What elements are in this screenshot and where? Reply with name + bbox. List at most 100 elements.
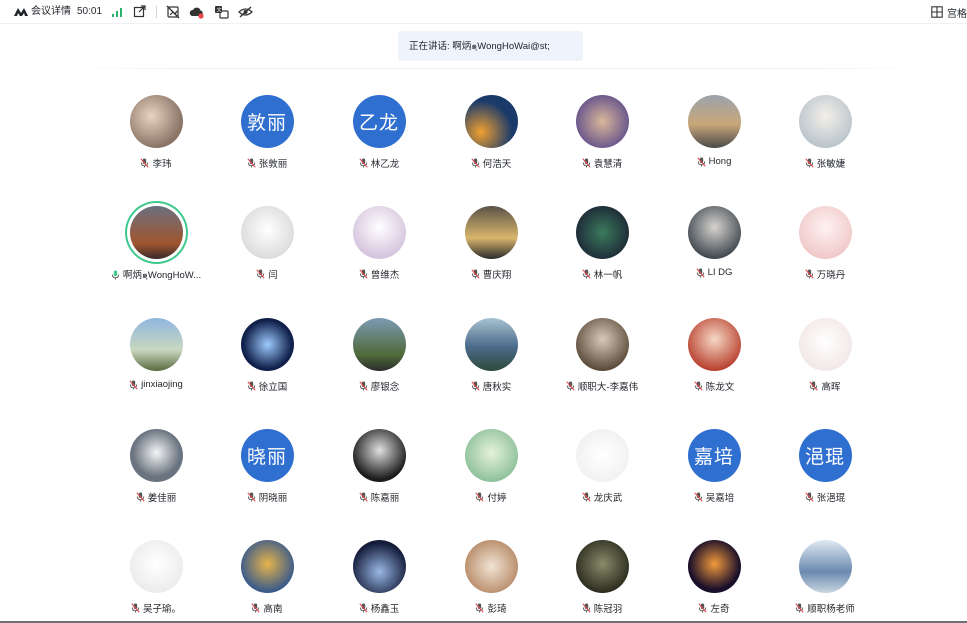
mic-muted-icon — [805, 158, 814, 168]
mic-muted-icon — [694, 381, 703, 391]
participant-tile[interactable]: 高南 — [212, 540, 322, 623]
participant-tile[interactable]: 姜佳丽 — [101, 429, 211, 524]
participant-tile[interactable]: 廖银念 — [324, 318, 434, 413]
mic-muted-icon — [566, 381, 575, 391]
participant-tile[interactable]: 陈嘉丽 — [324, 429, 434, 524]
participant-avatar — [352, 318, 406, 371]
participant-tile[interactable]: 闫 — [212, 206, 322, 301]
participant-tile[interactable]: 彭琦 — [436, 540, 546, 623]
participant-avatar — [240, 206, 294, 259]
participant-tile[interactable]: LI DG — [659, 206, 769, 301]
participant-tile[interactable]: 陈冠羽 — [547, 540, 657, 623]
mic-muted-icon — [805, 269, 814, 279]
participant-avatar: 敦丽 — [240, 95, 294, 148]
participant-tile[interactable]: 曹庆翔 — [436, 206, 546, 301]
mic-muted-icon — [247, 158, 256, 168]
participant-tile[interactable]: jinxiaojing — [101, 318, 211, 413]
participant-avatar — [575, 206, 629, 259]
participant-name: 吴嘉培 — [705, 493, 735, 504]
participant-avatar: 乙龙 — [352, 95, 406, 148]
participant-tile[interactable]: 付婷 — [436, 429, 546, 524]
participant-name: 啊炳๑ฺWongHoW... — [122, 270, 202, 281]
mic-muted-icon — [359, 158, 368, 168]
participant-tile[interactable]: 林一帆 — [547, 206, 657, 301]
participant-avatar — [798, 318, 852, 371]
participant-name-row: 曹庆翔 — [471, 267, 512, 281]
participant-name: 陈嘉丽 — [370, 493, 400, 504]
participant-tile[interactable]: Hong — [659, 95, 769, 190]
participant-avatar — [464, 95, 518, 148]
participant-name-row: 顺职大-李嘉伟 — [566, 379, 638, 393]
participant-name: 顺职杨老师 — [807, 604, 855, 615]
mic-muted-icon — [251, 603, 261, 613]
participant-tile[interactable]: 啊炳๑ฺWongHoW... — [101, 206, 211, 301]
participant-name: 阴晓丽 — [258, 493, 288, 504]
participant-tile[interactable]: 乙龙 林乙龙 — [324, 95, 434, 190]
mic-muted-icon — [359, 381, 368, 391]
participant-tile[interactable]: 吴子瑜。 — [101, 540, 211, 623]
participant-tile[interactable]: 万晓丹 — [770, 206, 880, 301]
mic-muted-icon — [247, 492, 256, 502]
participant-name: 徐立国 — [258, 382, 288, 393]
participant-tile[interactable]: 左奇 — [659, 540, 769, 623]
participant-name-row: 李玮 — [140, 156, 172, 170]
mic-muted-icon — [471, 381, 480, 391]
participant-name-row: 张敏婕 — [805, 156, 845, 170]
mic-muted-icon — [136, 492, 145, 502]
participant-name: 曾维杰 — [370, 270, 400, 281]
participant-tile[interactable]: 晓丽 阴晓丽 — [212, 429, 322, 524]
participant-name: jinxiaojing — [141, 379, 183, 390]
participant-name-row: 张浥琨 — [805, 490, 845, 504]
participant-tile[interactable]: 嘉培吴嘉培 — [659, 429, 769, 524]
participant-name-row: 高南 — [251, 601, 283, 615]
participant-name: LI DG — [707, 267, 733, 278]
participant-name-row: 姜佳丽 — [136, 490, 176, 504]
participant-avatar — [129, 429, 183, 482]
participant-name-row: 何浩天 — [471, 156, 511, 170]
participant-tile[interactable]: 唐秋实 — [436, 318, 546, 413]
participant-name-row: 高晖 — [809, 379, 841, 393]
participant-avatar — [129, 540, 183, 593]
participant-name: 万晓丹 — [816, 270, 846, 281]
participant-tile[interactable]: 顺职杨老师 — [770, 540, 880, 623]
participant-name: 顺职大-李嘉伟 — [577, 382, 639, 393]
participant-tile[interactable]: 曾维杰 — [324, 206, 434, 301]
participant-name-row: 林一帆 — [582, 267, 623, 281]
participant-avatar: 嘉培 — [687, 429, 741, 482]
participant-name-row: 张敦丽 — [247, 156, 287, 170]
participant-name: Hong — [708, 156, 732, 167]
participant-name: 曹庆翔 — [482, 270, 512, 281]
participant-tile[interactable]: 李玮 — [101, 95, 211, 190]
participant-avatar: 浥琨 — [798, 429, 852, 482]
participant-tile[interactable]: 浥琨 张浥琨 — [770, 429, 880, 524]
participant-tile[interactable]: 何浩天 — [436, 95, 546, 190]
participant-tile[interactable]: 徐立国 — [212, 318, 322, 413]
mic-muted-icon — [582, 603, 591, 613]
participant-avatar — [798, 540, 852, 593]
participant-avatar — [129, 206, 183, 259]
participant-name: 吴子瑜。 — [142, 604, 181, 615]
participant-tile[interactable]: 顺职大-李嘉伟 — [547, 318, 657, 413]
participant-name: 彭琦 — [487, 604, 507, 615]
participant-name-row: 左奇 — [698, 601, 730, 615]
participant-avatar — [240, 540, 294, 593]
participant-name: 林一帆 — [593, 270, 623, 281]
participant-name-row: 曾维杰 — [359, 267, 400, 281]
mic-active-icon — [111, 270, 120, 280]
participant-tile[interactable]: 杨鑫玉 — [324, 540, 434, 623]
mic-muted-icon — [795, 603, 804, 613]
participant-tile[interactable]: 龙庆武 — [547, 429, 657, 524]
mic-muted-icon — [582, 492, 591, 502]
participant-tile[interactable]: 敦丽 张敦丽 — [212, 95, 322, 190]
participant-tile[interactable]: 袁慧清 — [547, 95, 657, 190]
participant-tile[interactable]: 高晖 — [770, 318, 880, 413]
participant-avatar — [687, 95, 741, 148]
participant-tile[interactable]: 张敏婕 — [770, 95, 880, 190]
participant-name-row: 闫 — [256, 267, 278, 281]
participant-name-row: 顺职杨老师 — [795, 601, 855, 615]
participant-tile[interactable]: 陈龙文 — [659, 318, 769, 413]
participant-name-row: 吴嘉培 — [694, 490, 735, 504]
participant-name-row: 啊炳๑ฺWongHoW... — [111, 267, 201, 283]
participant-name-row: 唐秋实 — [471, 379, 511, 393]
mic-muted-icon — [359, 269, 368, 279]
